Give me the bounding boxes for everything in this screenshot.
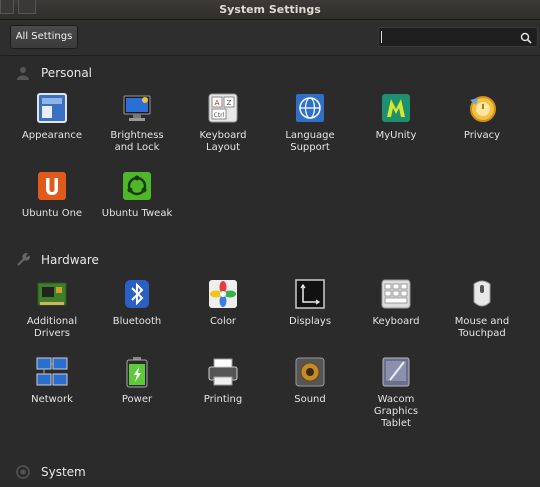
item-sound[interactable]: Sound bbox=[266, 356, 354, 436]
wrench-icon bbox=[17, 253, 30, 266]
item-label: Additional Drivers bbox=[26, 316, 78, 339]
item-label: Printing bbox=[203, 394, 243, 405]
item-printing[interactable]: Printing bbox=[179, 356, 267, 436]
item-additional-drivers[interactable]: Additional Drivers bbox=[8, 278, 96, 358]
section-title: Personal bbox=[41, 66, 93, 80]
svg-text:A: A bbox=[215, 99, 220, 107]
item-label: Power bbox=[121, 394, 153, 405]
item-label: Wacom Graphics Tablet bbox=[373, 394, 419, 429]
item-label: Ubuntu Tweak bbox=[101, 208, 173, 219]
window-titlebar[interactable]: System Settings bbox=[0, 0, 540, 20]
item-label: Ubuntu One bbox=[21, 208, 83, 219]
ubuntu-one-icon bbox=[38, 172, 66, 200]
search-input[interactable] bbox=[383, 29, 515, 45]
item-label: Keyboard Layout bbox=[199, 130, 247, 153]
keyboard-icon bbox=[381, 279, 411, 309]
item-brightness-and-lock[interactable]: Brightness and Lock bbox=[93, 92, 181, 172]
item-language-support[interactable]: Language Support bbox=[266, 92, 354, 172]
printer-icon bbox=[208, 358, 238, 386]
item-color[interactable]: Color bbox=[179, 278, 267, 358]
item-myunity[interactable]: MyUnity bbox=[352, 92, 440, 172]
item-label: Appearance bbox=[21, 130, 83, 141]
item-wacom-graphics-tablet[interactable]: Wacom Graphics Tablet bbox=[352, 356, 440, 436]
item-appearance[interactable]: Appearance bbox=[8, 92, 96, 172]
item-label: Displays bbox=[288, 316, 332, 327]
mouse-icon bbox=[473, 280, 491, 307]
section-personal: Personal bbox=[16, 64, 92, 82]
item-power[interactable]: Power bbox=[93, 356, 181, 436]
privacy-icon bbox=[470, 96, 496, 122]
section-hardware: Hardware bbox=[16, 251, 99, 269]
network-icon bbox=[36, 357, 68, 386]
item-label: Language Support bbox=[285, 130, 335, 153]
system-icon bbox=[16, 465, 30, 479]
item-label: Bluetooth bbox=[112, 316, 162, 327]
all-settings-button[interactable]: All Settings bbox=[10, 25, 78, 49]
item-bluetooth[interactable]: Bluetooth bbox=[93, 278, 181, 358]
toolbar: All Settings bbox=[0, 20, 540, 56]
item-label: MyUnity bbox=[375, 130, 417, 141]
brightness-icon bbox=[123, 95, 151, 121]
item-label: Color bbox=[209, 316, 237, 327]
appearance-icon bbox=[37, 93, 67, 123]
svg-text:Z: Z bbox=[227, 99, 232, 107]
drivers-icon bbox=[37, 282, 67, 306]
item-label: Sound bbox=[294, 394, 326, 405]
ubuntu-tweak-icon bbox=[123, 172, 151, 200]
svg-text:Ctrl: Ctrl bbox=[214, 112, 225, 119]
item-mouse-and-touchpad[interactable]: Mouse and Touchpad bbox=[438, 278, 526, 358]
bluetooth-icon bbox=[125, 280, 149, 308]
myunity-icon bbox=[382, 94, 410, 122]
item-ubuntu-one[interactable]: Ubuntu One bbox=[8, 170, 96, 250]
section-system: System bbox=[16, 463, 86, 481]
item-keyboard-layout[interactable]: A Z Ctrl Keyboard Layout bbox=[179, 92, 267, 172]
section-title: System bbox=[41, 465, 86, 479]
text-cursor bbox=[381, 31, 382, 43]
wacom-icon bbox=[382, 357, 410, 387]
item-label: Network bbox=[31, 394, 73, 405]
power-icon bbox=[126, 357, 148, 388]
item-displays[interactable]: Displays bbox=[266, 278, 354, 358]
language-icon bbox=[296, 94, 324, 122]
section-title: Hardware bbox=[41, 253, 99, 267]
search-icon[interactable] bbox=[520, 32, 532, 44]
item-network[interactable]: Network bbox=[8, 356, 96, 436]
color-icon bbox=[209, 280, 237, 308]
item-label: Brightness and Lock bbox=[110, 130, 164, 153]
item-keyboard[interactable]: Keyboard bbox=[352, 278, 440, 358]
item-ubuntu-tweak[interactable]: Ubuntu Tweak bbox=[93, 170, 181, 250]
item-label: Keyboard bbox=[372, 316, 420, 327]
item-label: Mouse and Touchpad bbox=[454, 316, 510, 339]
item-label: Privacy bbox=[463, 130, 501, 141]
displays-icon bbox=[295, 279, 325, 309]
search-box[interactable] bbox=[378, 27, 538, 47]
window-title: System Settings bbox=[219, 3, 321, 16]
item-privacy[interactable]: Privacy bbox=[438, 92, 526, 172]
person-icon bbox=[17, 67, 29, 80]
keyboard-layout-icon: A Z Ctrl bbox=[208, 93, 238, 123]
sound-icon bbox=[295, 357, 325, 387]
